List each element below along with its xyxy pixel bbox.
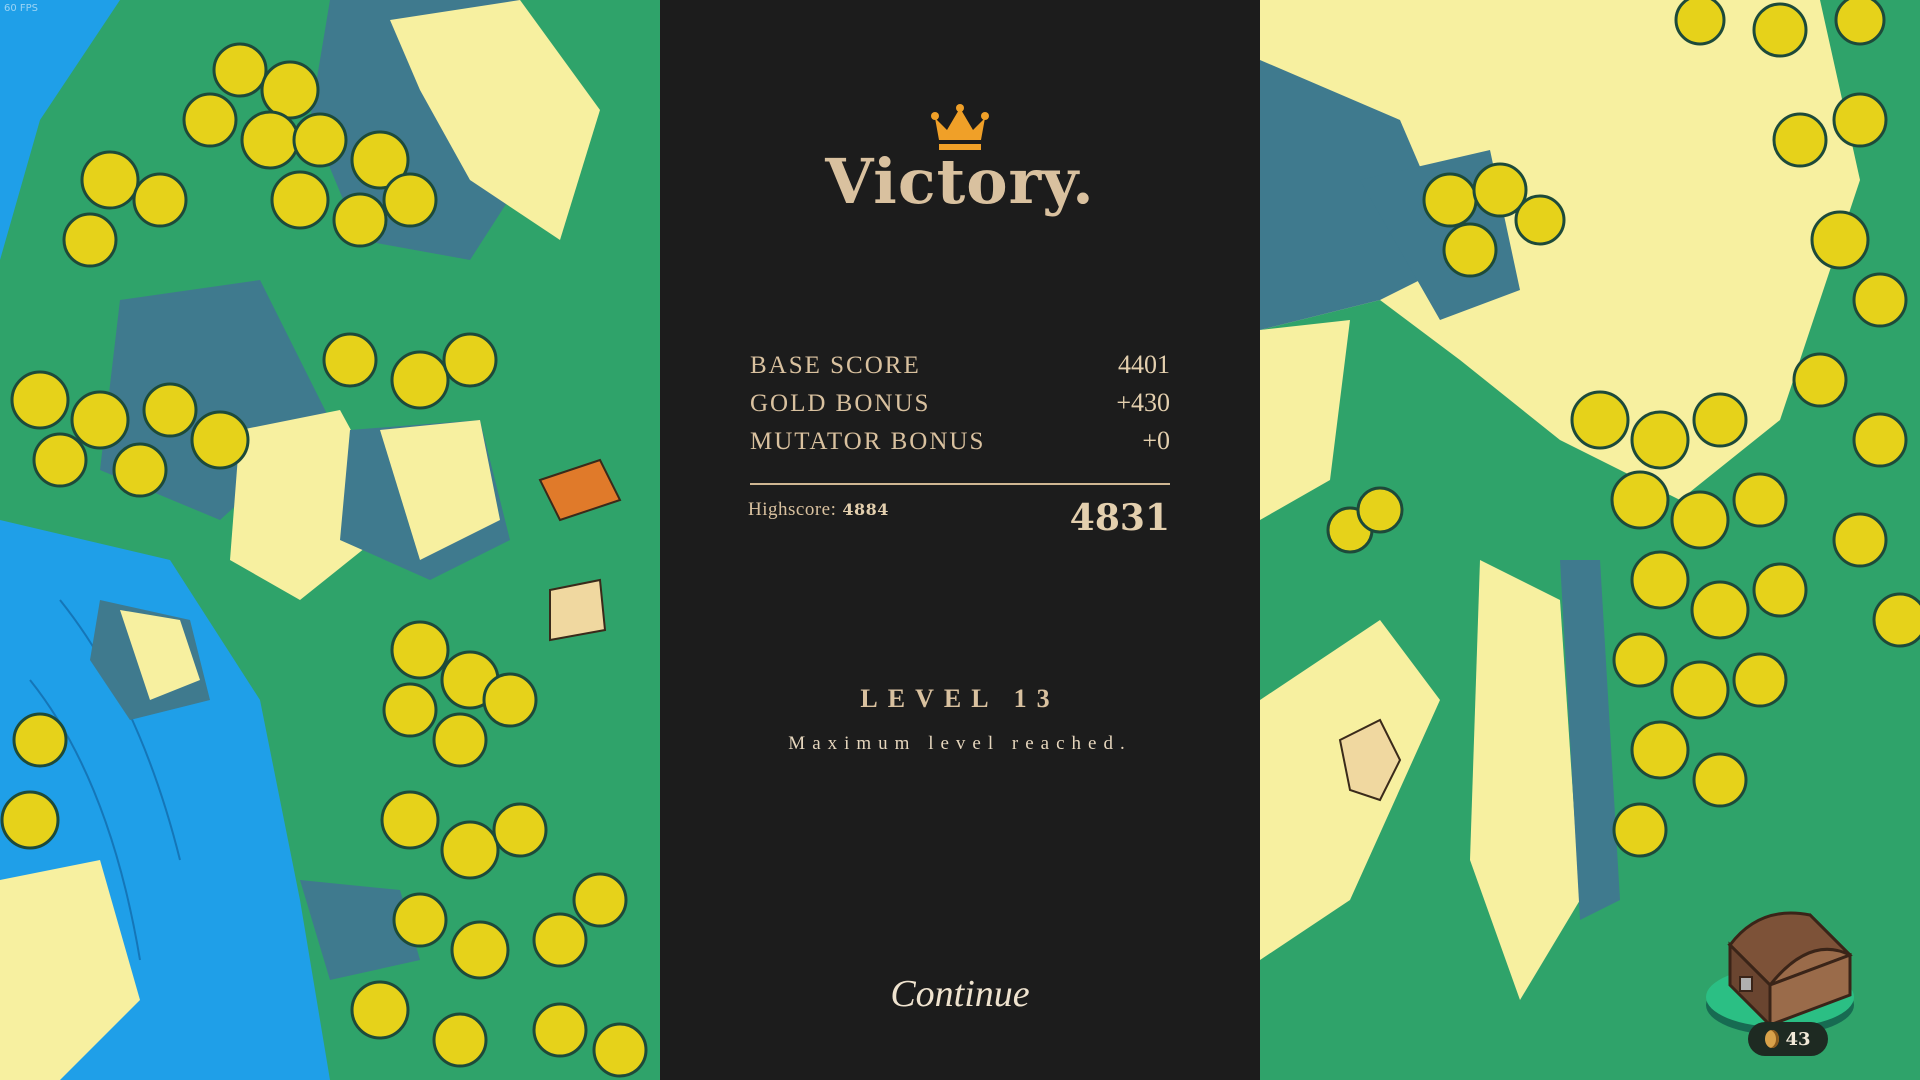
score-value: +430	[1116, 388, 1170, 417]
score-value: 4401	[1118, 350, 1170, 379]
gold-count: 43	[1785, 1028, 1811, 1050]
game-screen: 60 FPS Victory. BASE SCORE 4401 GOLD BON…	[0, 0, 1920, 1080]
score-label: BASE SCORE	[750, 352, 921, 379]
score-breakdown: BASE SCORE 4401 GOLD BONUS +430 MUTATOR …	[750, 350, 1170, 464]
highscore-label: Highscore:	[748, 499, 837, 520]
level-subtitle: Maximum level reached.	[788, 733, 1132, 754]
score-row-base: BASE SCORE 4401	[750, 350, 1170, 388]
treasure-chest-button[interactable]: 43	[1700, 885, 1860, 1065]
highscore: Highscore: 4884	[748, 499, 889, 521]
score-label: GOLD BONUS	[750, 390, 931, 417]
level-title: LEVEL 13	[860, 684, 1060, 713]
score-label: MUTATOR BONUS	[750, 428, 986, 455]
world-view-left	[0, 0, 660, 1080]
score-divider	[750, 483, 1170, 485]
highscore-value: 4884	[842, 500, 889, 519]
victory-panel: Victory. BASE SCORE 4401 GOLD BONUS +430…	[660, 0, 1260, 1080]
final-score: 4831	[1069, 497, 1170, 539]
coin-icon	[1765, 1030, 1780, 1048]
fps-counter: 60 FPS	[4, 3, 39, 14]
gold-counter: 43	[1748, 1022, 1828, 1056]
continue-button[interactable]: Continue	[860, 972, 1060, 1016]
score-row-gold-bonus: GOLD BONUS +430	[750, 388, 1170, 426]
score-row-mutator-bonus: MUTATOR BONUS +0	[750, 426, 1170, 464]
treasure-chest-icon	[1706, 911, 1854, 1035]
score-value: +0	[1142, 426, 1170, 455]
victory-title: Victory.	[825, 145, 1095, 218]
